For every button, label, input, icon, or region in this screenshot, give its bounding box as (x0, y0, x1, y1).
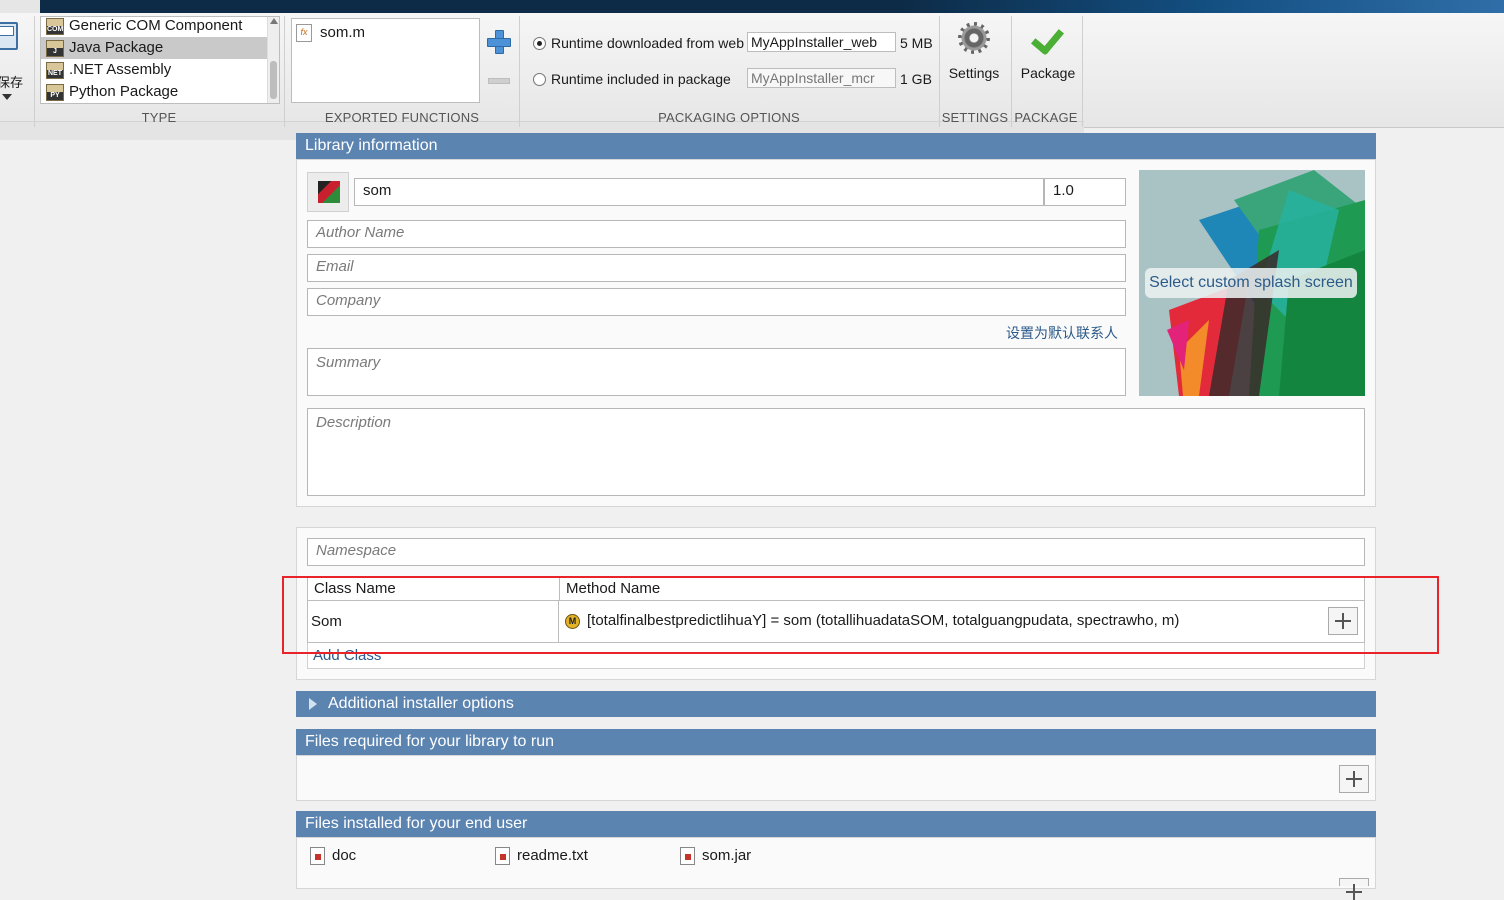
checkmark-icon (1032, 24, 1062, 54)
files-installed-header: Files installed for your end user (296, 811, 1376, 837)
runtime-web-radio[interactable] (533, 37, 546, 50)
file-icon (680, 847, 695, 865)
installed-file-item[interactable]: som.jar (680, 846, 751, 866)
type-item-label: Python Package (69, 83, 179, 100)
select-splash-button[interactable]: Select custom splash screen (1145, 268, 1357, 298)
runtime-package-input[interactable]: MyAppInstaller_mcr (747, 68, 896, 88)
additional-options-header[interactable]: Additional installer options (296, 691, 1376, 717)
scroll-up-icon[interactable] (270, 18, 278, 24)
com-component-icon: COM (46, 18, 64, 35)
author-name-field[interactable]: Author Name (307, 220, 1126, 248)
add-installed-file-button[interactable] (1339, 878, 1369, 900)
additional-options-label: Additional installer options (328, 695, 514, 712)
gear-icon (958, 22, 990, 54)
section-separator (1082, 16, 1083, 127)
runtime-web-size: 5 MB (900, 35, 933, 51)
runtime-package-label: Runtime included in package (551, 71, 731, 87)
type-item-label: Java Package (69, 39, 164, 56)
save-icon (0, 22, 18, 50)
exported-function-item[interactable]: fx som.m (296, 23, 365, 43)
files-required-header: Files required for your library to run (296, 729, 1376, 755)
package-label: Package (1020, 65, 1076, 81)
library-pieces-icon (318, 181, 340, 203)
type-item-java[interactable]: J Java Package (41, 37, 279, 59)
m-file-icon: fx (296, 24, 312, 42)
scroll-thumb[interactable] (270, 61, 277, 99)
file-icon (310, 847, 325, 865)
installed-file-label: doc (332, 847, 357, 864)
description-field[interactable]: Description (307, 408, 1365, 496)
net-assembly-icon: NET (46, 62, 64, 79)
installed-file-label: som.jar (702, 847, 752, 864)
installed-file-item[interactable]: readme.txt (495, 846, 588, 866)
annotation-highlight-box (282, 576, 1439, 654)
type-list[interactable]: COM Generic COM Component J Java Package… (40, 16, 280, 104)
exported-functions-list[interactable]: fx som.m (291, 18, 480, 103)
python-package-icon: PY (46, 84, 64, 101)
settings-button[interactable]: Settings (945, 18, 1003, 106)
save-button[interactable]: 保存 (0, 20, 28, 100)
installed-file-label: readme.txt (517, 847, 588, 864)
add-required-file-button[interactable] (1339, 765, 1369, 793)
package-button[interactable]: Package (1014, 18, 1082, 106)
chevron-down-icon[interactable] (2, 94, 12, 100)
settings-label: Settings (948, 65, 1000, 81)
java-package-icon: J (46, 40, 64, 57)
installed-file-item[interactable]: doc (310, 846, 356, 866)
runtime-web-label: Runtime downloaded from web (551, 35, 744, 51)
library-name-field[interactable]: som (354, 178, 1044, 206)
section-label-type: TYPE (141, 110, 177, 125)
section-label-settings: SETTINGS (941, 110, 1009, 125)
set-default-contact-link[interactable]: 设置为默认联系人 (1006, 323, 1118, 343)
files-installed-panel (296, 837, 1376, 889)
expand-arrow-icon[interactable] (309, 698, 317, 710)
section-label-packaging: PACKAGING OPTIONS (658, 110, 800, 125)
files-required-panel (296, 755, 1376, 801)
library-icon[interactable] (307, 172, 349, 212)
runtime-package-radio[interactable] (533, 73, 546, 86)
type-item-label: .NET Assembly (69, 61, 172, 78)
plus-icon (487, 30, 511, 54)
namespace-field[interactable]: Namespace (307, 538, 1365, 566)
type-list-scrollbar[interactable] (267, 17, 279, 103)
save-label: 保存 (0, 75, 24, 90)
file-icon (495, 847, 510, 865)
section-label-exported: EXPORTED FUNCTIONS (324, 110, 480, 125)
runtime-web-input[interactable]: MyAppInstaller_web (747, 32, 896, 52)
version-field[interactable]: 1.0 (1044, 178, 1126, 206)
library-info-header: Library information (296, 133, 1376, 159)
email-field[interactable]: Email (307, 254, 1126, 282)
type-item-python[interactable]: PY Python Package (41, 81, 279, 103)
title-bar (0, 0, 1504, 13)
splash-screen-image[interactable]: Select custom splash screen (1139, 170, 1365, 396)
remove-function-button[interactable] (488, 78, 510, 84)
type-item-com[interactable]: COM Generic COM Component (41, 17, 279, 37)
type-item-label: Generic COM Component (69, 17, 243, 34)
company-field[interactable]: Company (307, 288, 1126, 316)
add-function-button[interactable] (487, 30, 511, 54)
type-item-net[interactable]: NET .NET Assembly (41, 59, 279, 81)
summary-field[interactable]: Summary (307, 348, 1126, 396)
runtime-package-size: 1 GB (900, 71, 932, 87)
section-label-package: PACKAGE (1014, 110, 1078, 125)
exported-function-label: som.m (320, 24, 365, 41)
